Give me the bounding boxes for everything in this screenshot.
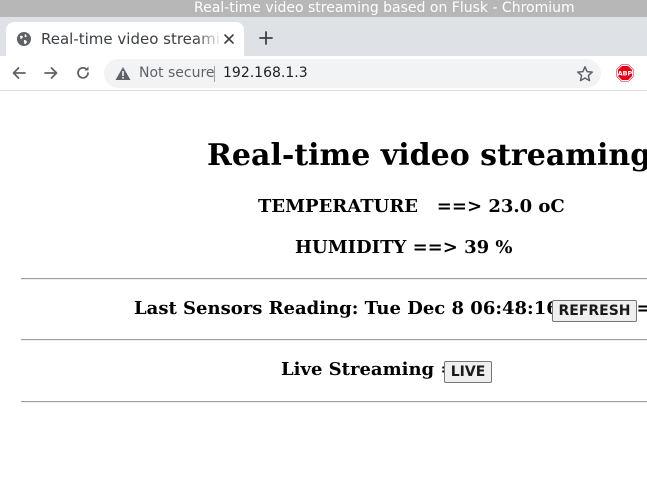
not-secure-label[interactable]: Not secure [139, 65, 215, 82]
page-content: Real-time video streaming TEMPERATURE ==… [0, 92, 647, 488]
globe-icon [17, 32, 31, 46]
window-title: Real-time video streaming based on Flusk… [194, 0, 575, 16]
forward-arrow-icon[interactable] [42, 64, 60, 82]
humidity-reading: HUMIDITY ==> 39 % [295, 237, 513, 258]
adblock-plus-icon[interactable]: ABP [616, 64, 634, 82]
tab-active[interactable]: Real-time video streaming based on Flusk [6, 22, 244, 56]
url-text[interactable]: 192.168.1.3 [223, 65, 308, 82]
omnibox-divider [214, 66, 215, 82]
window-title-bar: Real-time video streaming based on Flusk… [0, 0, 647, 17]
page-heading: Real-time video streaming [207, 138, 647, 173]
browser-toolbar: Not secure 192.168.1.3 ABP [0, 56, 647, 91]
live-button[interactable]: LIVE [444, 361, 492, 383]
back-arrow-icon[interactable] [10, 64, 28, 82]
tab-title-fade [196, 29, 222, 49]
new-tab-plus-icon[interactable] [257, 29, 275, 47]
warning-icon[interactable] [115, 66, 131, 81]
bookmark-star-icon[interactable] [576, 65, 594, 83]
temperature-reading: TEMPERATURE ==> 23.0 oC [258, 196, 565, 217]
address-bar[interactable]: Not secure 192.168.1.3 [104, 59, 601, 88]
tab-title: Real-time video streaming based on Flusk [41, 30, 221, 48]
divider-middle [21, 339, 647, 341]
divider-bottom [21, 401, 647, 403]
tab-strip: Real-time video streaming based on Flusk [0, 17, 647, 56]
reload-icon[interactable] [74, 64, 92, 82]
refresh-button[interactable]: REFRESH [552, 300, 637, 322]
divider-top [21, 278, 647, 280]
svg-text:ABP: ABP [618, 70, 633, 78]
close-icon[interactable] [222, 32, 236, 46]
